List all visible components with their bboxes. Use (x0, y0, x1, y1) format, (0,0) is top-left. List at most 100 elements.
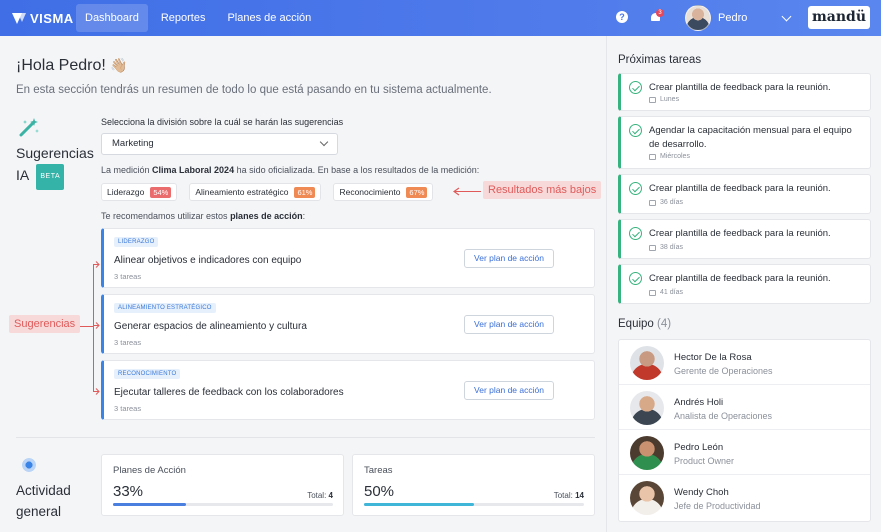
visma-logo[interactable]: VISMA (12, 11, 74, 26)
member-name: Wendy Choh (674, 487, 729, 498)
calendar-icon (649, 244, 656, 251)
result-chip-reconocimiento: Reconocimiento 67% (333, 183, 434, 201)
rec-prefix: Te recomendamos utilizar estos (101, 211, 231, 221)
plan-category-tag: ALINEAMIENTO ESTRATÉGICO (114, 303, 216, 313)
calendar-icon (649, 96, 656, 103)
stat-percentage: 50% (364, 483, 395, 500)
action-plan-card[interactable]: LIDERAZGO Alinear objetivos e indicadore… (101, 228, 595, 288)
calendar-icon (649, 199, 656, 206)
task-due-text: 36 días (660, 199, 683, 206)
page-subtitle: En esta sección tendrás un resumen de to… (16, 84, 492, 96)
chip-label: Liderazgo (107, 187, 145, 197)
team-member[interactable]: Wendy Choh Jefe de Productividad (619, 475, 870, 520)
member-name: Pedro León (674, 442, 724, 453)
task-card[interactable]: Agendar la capacitación mensual para el … (618, 116, 871, 169)
nav-dashboard[interactable]: Dashboard (76, 4, 148, 32)
view-action-plan-button[interactable]: Ver plan de acción (464, 315, 554, 334)
task-due: Lunes (649, 96, 679, 103)
mandu-brand-logo[interactable]: mandü (808, 6, 870, 29)
check-circle-icon[interactable] (629, 272, 642, 285)
arrow-right-icon (93, 261, 100, 268)
view-action-plan-button[interactable]: Ver plan de acción (464, 249, 554, 268)
team-member[interactable]: Andrés Holi Analista de Operaciones (619, 385, 870, 430)
task-card[interactable]: Crear plantilla de feedback para la reun… (618, 264, 871, 304)
nav-reportes[interactable]: Reportes (152, 4, 215, 32)
check-circle-icon[interactable] (629, 227, 642, 240)
stat-total: Total: 14 (554, 491, 584, 500)
task-due: 36 días (649, 199, 683, 206)
stat-percentage: 33% (113, 483, 144, 500)
magic-wand-icon (19, 118, 39, 137)
avatar (630, 436, 664, 470)
task-due: 38 días (649, 244, 683, 251)
member-role: Analista de Operaciones (674, 411, 773, 421)
team-list: Hector De la Rosa Gerente de Operaciones… (618, 339, 871, 522)
user-name[interactable]: Pedro (718, 12, 747, 24)
check-circle-icon[interactable] (629, 81, 642, 94)
plan-task-count: 3 tareas (114, 272, 142, 281)
rec-suffix: : (302, 211, 306, 221)
plan-title: Alinear objetivos e indicadores con equi… (114, 255, 302, 266)
help-icon[interactable]: ? (616, 11, 628, 23)
page-title: ¡Hola Pedro! 👋🏼 (16, 57, 128, 75)
task-due-text: Lunes (660, 96, 680, 103)
user-avatar[interactable] (685, 5, 711, 31)
notifications-bell-icon[interactable]: 3 (651, 9, 664, 22)
main-nav: Dashboard Reportes Planes de acción (76, 4, 320, 32)
progress-track (113, 503, 333, 506)
chip-label: Alineamiento estratégico (195, 187, 289, 197)
beta-badge: BETA (36, 164, 65, 190)
plan-category-tag: RECONOCIMIENTO (114, 369, 181, 379)
task-card[interactable]: Crear plantilla de feedback para la reun… (618, 174, 871, 214)
stat-title: Planes de Acción (113, 465, 186, 476)
view-action-plan-button[interactable]: Ver plan de acción (464, 381, 554, 400)
task-card[interactable]: Crear plantilla de feedback para la reun… (618, 73, 871, 111)
team-member[interactable]: Pedro León Product Owner (619, 430, 870, 475)
stat-total-label: Total: (553, 491, 573, 500)
arrow-left-icon (453, 187, 460, 196)
task-due-text: 41 días (660, 289, 683, 296)
member-role: Gerente de Operaciones (674, 366, 773, 376)
team-member[interactable]: Hector De la Rosa Gerente de Operaciones (619, 340, 870, 385)
result-chips: Liderazgo 54% Alineamiento estratégico 6… (101, 183, 434, 201)
chip-percentage: 61% (294, 186, 316, 198)
task-title: Crear plantilla de feedback para la reun… (649, 228, 831, 239)
team-title: Equipo (4) (618, 318, 671, 330)
measure-name: Clima Laboral 2024 (152, 165, 235, 175)
task-title: Crear plantilla de feedback para la reun… (649, 183, 831, 194)
chevron-down-icon[interactable] (781, 11, 792, 22)
task-title: Crear plantilla de feedback para la reun… (649, 273, 831, 284)
division-select-label: Selecciona la división sobre la cuál se … (101, 117, 344, 127)
avatar (630, 391, 664, 425)
waving-hand-icon: 👋🏼 (110, 57, 128, 73)
top-navigation-bar: VISMA Dashboard Reportes Planes de acció… (0, 0, 881, 36)
check-circle-icon[interactable] (629, 182, 642, 195)
result-chip-alineamiento: Alineamiento estratégico 61% (189, 183, 322, 201)
stat-title: Tareas (364, 465, 393, 476)
avatar (630, 346, 664, 380)
chip-label: Reconocimiento (339, 187, 401, 197)
arrow-right-icon (93, 388, 100, 395)
activity-title: Actividad general (16, 483, 71, 519)
action-plan-card[interactable]: ALINEAMIENTO ESTRATÉGICO Generar espacio… (101, 294, 595, 354)
progress-fill (364, 503, 474, 506)
task-due: Miércoles (649, 153, 690, 160)
suggestions-title: Sugerencias IA BETA (16, 142, 96, 190)
division-select[interactable]: Marketing (101, 133, 338, 155)
result-chip-liderazgo: Liderazgo 54% (101, 183, 178, 201)
task-card[interactable]: Crear plantilla de feedback para la reun… (618, 219, 871, 259)
stat-total-value: 14 (575, 491, 584, 500)
nav-planes-de-accion[interactable]: Planes de acción (218, 4, 320, 32)
action-plan-card[interactable]: RECONOCIMIENTO Ejecutar talleres de feed… (101, 360, 595, 420)
check-circle-icon[interactable] (629, 124, 642, 137)
greeting-text: ¡Hola Pedro! (16, 57, 106, 74)
stat-total-label: Total: (307, 491, 327, 500)
recommendation-text: Te recomendamos utilizar estos planes de… (101, 211, 305, 221)
avatar (630, 481, 664, 515)
task-due-text: 38 días (660, 244, 683, 251)
chevron-down-icon (319, 137, 329, 147)
visma-logo-icon (12, 12, 26, 25)
plan-title: Ejecutar talleres de feedback con los co… (114, 387, 344, 398)
task-title: Crear plantilla de feedback para la reun… (649, 82, 831, 93)
task-due: 41 días (649, 289, 683, 296)
